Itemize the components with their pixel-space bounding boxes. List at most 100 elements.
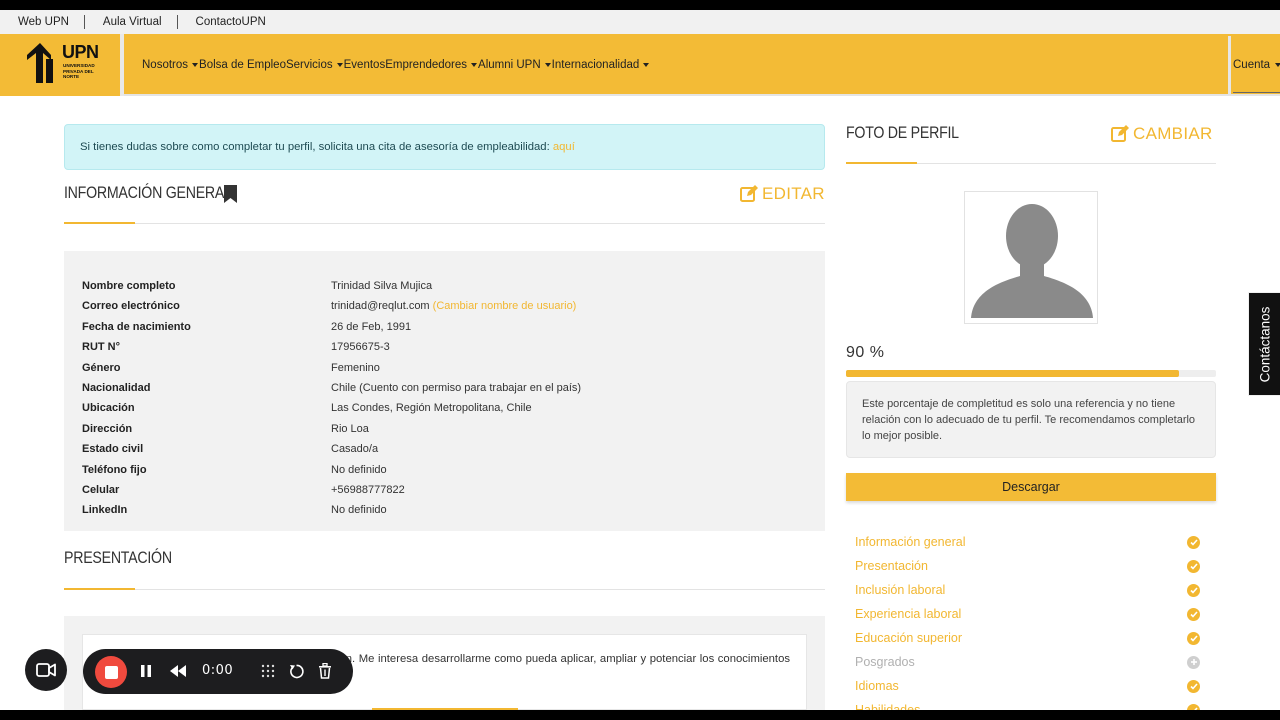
edit-icon xyxy=(740,185,758,202)
checklist-label: Inclusión laboral xyxy=(855,583,946,597)
info-value: No definido xyxy=(331,504,387,517)
nav-item-bolsa-de-empleo[interactable]: Bolsa de Empleo xyxy=(199,59,286,71)
info-value-wrap: Femenino xyxy=(331,362,380,374)
nav-item-eventos[interactable]: Eventos xyxy=(344,59,386,71)
info-value: 26 de Feb, 1991 xyxy=(331,320,412,333)
drag-handle[interactable] xyxy=(259,662,277,680)
info-row: RUT N° 17956675-3 xyxy=(82,337,812,357)
pause-button[interactable] xyxy=(137,662,155,680)
check-circle-icon xyxy=(1187,703,1200,710)
info-value-wrap: Las Condes, Región Metropolitana, Chile xyxy=(331,402,532,414)
restart-button[interactable] xyxy=(287,662,305,680)
change-photo-label: Cambiar xyxy=(1133,124,1213,143)
change-photo-button[interactable]: Cambiar xyxy=(1111,124,1213,144)
info-row: Correo electrónico trinidad@reqlut.com (C… xyxy=(82,296,812,316)
info-value-wrap: No definido xyxy=(331,464,387,476)
utility-bar: Web UPN Aula Virtual ContactoUPN xyxy=(0,10,1280,34)
alert-link[interactable]: aquí xyxy=(553,141,575,153)
chevron-down-icon xyxy=(643,63,650,67)
nav-item-internacionalidad[interactable]: Internacionalidad xyxy=(552,59,651,71)
rewind-icon xyxy=(170,665,186,677)
edit-general-label: Editar xyxy=(762,184,825,203)
info-value: Femenino xyxy=(331,361,380,374)
presentation-title-text: Presentación xyxy=(64,549,172,567)
info-value: trinidad@reqlut.com xyxy=(331,300,430,313)
download-button[interactable]: Descargar xyxy=(846,473,1216,501)
stop-recording-button[interactable] xyxy=(95,656,127,688)
info-value-wrap: +56988777822 xyxy=(331,484,405,496)
nav-item-label: Servicios xyxy=(285,59,333,71)
change-username-link[interactable]: (Cambiar nombre de usuario) xyxy=(433,300,577,312)
util-link-aula-virtual[interactable]: Aula Virtual xyxy=(85,15,178,29)
completion-progress-bar xyxy=(846,370,1216,377)
edit-general-button[interactable]: Editar xyxy=(740,184,825,204)
info-label: Nacionalidad xyxy=(82,382,151,394)
info-row: Dirección Rio Loa xyxy=(82,419,812,439)
info-value: Rio Loa xyxy=(331,422,369,435)
general-info-accent xyxy=(64,222,135,224)
checklist-item[interactable]: Idiomas xyxy=(855,674,1200,698)
checklist-item[interactable]: Presentación xyxy=(855,554,1200,578)
info-value-wrap: Trinidad Silva Mujica xyxy=(331,280,432,292)
edit-icon xyxy=(1111,125,1129,142)
account-underline xyxy=(1233,92,1280,93)
account-menu[interactable]: Cuenta xyxy=(1233,34,1280,96)
logo-wordmark: UPN xyxy=(62,42,99,62)
checklist-label: Información general xyxy=(855,535,966,549)
checklist-item[interactable]: Inclusión laboral xyxy=(855,578,1200,602)
completion-note: Este porcentaje de completitud es solo u… xyxy=(846,381,1216,458)
checklist-item[interactable]: Información general xyxy=(855,530,1200,554)
chevron-down-icon xyxy=(471,63,478,67)
info-row: Teléfono fijo No definido xyxy=(82,460,812,480)
logo-arrow-icon xyxy=(27,43,53,83)
contact-side-tab[interactable]: Contáctanos xyxy=(1248,292,1280,396)
nav-menu: Nosotros Bolsa de Empleo Servicios Eventos E… xyxy=(142,34,650,96)
nav-item-servicios[interactable]: Servicios xyxy=(286,59,344,71)
chevron-down-icon xyxy=(1275,63,1280,67)
grid-dots-icon xyxy=(261,664,275,678)
info-value-wrap: No definido xyxy=(331,504,387,516)
presentation-action-bar[interactable] xyxy=(372,708,518,710)
rewind-button[interactable] xyxy=(169,662,187,680)
info-row: Nacionalidad Chile (Cuento con permiso pa… xyxy=(82,378,812,398)
nav-item-label: Nosotros xyxy=(142,59,189,71)
camera-toggle-button[interactable] xyxy=(25,649,67,691)
browser-viewport: Web UPN Aula Virtual ContactoUPN UPN UNI… xyxy=(0,10,1280,710)
nav-item-nosotros[interactable]: Nosotros xyxy=(142,59,199,71)
checklist-label: Presentación xyxy=(855,559,928,573)
checklist-label: Idiomas xyxy=(855,679,899,693)
recorder-controls: 0:00 xyxy=(83,649,353,694)
account-label: Cuenta xyxy=(1233,59,1271,71)
info-label: Ubicación xyxy=(82,402,135,415)
checklist-item[interactable]: Posgrados xyxy=(855,650,1200,674)
general-info-title-text: Información general xyxy=(64,184,232,202)
alert-text: Si tienes dudas sobre como completar tu … xyxy=(80,141,553,153)
completion-progress-fill xyxy=(846,370,1179,377)
checklist-label: Habilidades xyxy=(855,703,921,710)
avatar[interactable] xyxy=(964,191,1098,324)
info-label: Estado civil xyxy=(82,443,144,456)
info-value: Chile (Cuento con permiso para trabajar … xyxy=(331,382,582,394)
nav-item-label: Bolsa de Empleo xyxy=(199,59,286,71)
checklist-item[interactable]: Educación superior xyxy=(855,626,1200,650)
check-circle-icon xyxy=(1187,631,1200,645)
info-label: LinkedIn xyxy=(82,504,128,517)
info-row: Género Femenino xyxy=(82,358,812,378)
info-row: Nombre completo Trinidad Silva Mujica xyxy=(82,276,812,296)
nav-item-emprendedores[interactable]: Emprendedores xyxy=(385,59,478,71)
trash-icon xyxy=(319,663,331,679)
delete-recording-button[interactable] xyxy=(316,662,334,680)
profile-photo-accent xyxy=(846,162,917,164)
nav-item-alumni-upn[interactable]: Alumni UPN xyxy=(478,59,552,71)
brand-logo[interactable]: UPN UNIVERSIDAD PRIVADA DEL NORTE xyxy=(0,34,124,96)
checklist-item[interactable]: Habilidades xyxy=(855,698,1200,710)
check-circle-icon xyxy=(1187,535,1200,549)
info-value: No definido xyxy=(331,463,387,476)
main-navbar: UPN UNIVERSIDAD PRIVADA DEL NORTE Nosotr… xyxy=(0,34,1280,96)
checklist-item[interactable]: Experiencia laboral xyxy=(855,602,1200,626)
util-link-contacto[interactable]: ContactoUPN xyxy=(178,15,281,29)
checklist-label: Posgrados xyxy=(855,655,915,669)
util-link-web-upn[interactable]: Web UPN xyxy=(0,15,85,29)
info-value: +56988777822 xyxy=(331,484,405,496)
nav-item-label: Alumni UPN xyxy=(478,59,541,71)
